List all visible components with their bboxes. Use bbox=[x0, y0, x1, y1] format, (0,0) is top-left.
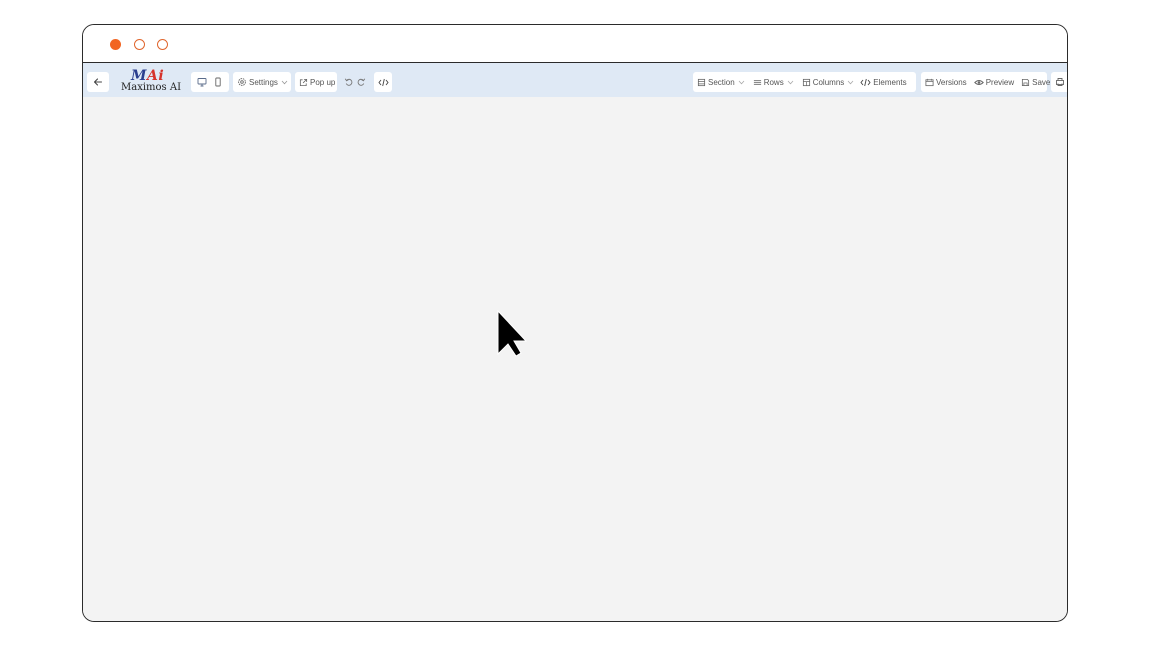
brand-logo: MAi Maximos AI bbox=[119, 68, 181, 96]
mouse-cursor-icon bbox=[497, 310, 528, 357]
elements-button[interactable]: Elements bbox=[860, 77, 907, 87]
save-label: Save bbox=[1032, 77, 1051, 87]
smartphone-icon[interactable] bbox=[213, 77, 223, 87]
minimize-window-button[interactable] bbox=[134, 39, 145, 50]
elements-label: Elements bbox=[873, 77, 907, 87]
code-icon bbox=[377, 78, 389, 86]
settings-button[interactable]: Settings bbox=[233, 72, 291, 92]
history-controls bbox=[339, 72, 371, 92]
editor-canvas[interactable] bbox=[83, 97, 1067, 621]
gear-icon bbox=[238, 78, 246, 86]
chevron-down-icon bbox=[787, 80, 794, 84]
save-button[interactable]: Save bbox=[1021, 78, 1050, 87]
preview-button[interactable]: Preview bbox=[973, 77, 1015, 87]
undo-icon[interactable] bbox=[344, 77, 354, 87]
rows-dropdown[interactable]: Rows bbox=[753, 78, 794, 87]
chevron-down-icon bbox=[281, 80, 288, 84]
section-label: Section bbox=[708, 77, 735, 87]
eye-icon bbox=[973, 79, 984, 85]
rows-label: Rows bbox=[763, 77, 784, 87]
editor-toolbar: MAi Maximos AI Settings Pop up Section R… bbox=[83, 63, 1067, 97]
logo-text: Maximos AI bbox=[121, 82, 182, 93]
code-button[interactable] bbox=[374, 72, 392, 92]
close-window-button[interactable] bbox=[110, 39, 121, 50]
versions-label: Versions bbox=[936, 77, 967, 87]
document-actions: Versions Preview Save bbox=[921, 72, 1050, 92]
versions-icon bbox=[925, 78, 934, 86]
window-titlebar bbox=[83, 25, 1067, 63]
preview-label: Preview bbox=[985, 77, 1015, 87]
arrow-left-icon bbox=[93, 78, 103, 86]
versions-button[interactable]: Versions bbox=[925, 78, 967, 87]
columns-icon bbox=[802, 78, 810, 86]
chevron-down-icon bbox=[847, 80, 854, 84]
save-icon bbox=[1022, 78, 1030, 86]
external-link-icon bbox=[299, 78, 308, 86]
device-switcher bbox=[191, 72, 229, 92]
section-icon bbox=[697, 78, 706, 86]
printer-icon bbox=[1056, 78, 1064, 86]
columns-label: Columns bbox=[812, 77, 845, 87]
section-dropdown[interactable]: Section bbox=[697, 78, 745, 87]
popup-button[interactable]: Pop up bbox=[295, 72, 337, 92]
maximize-window-button[interactable] bbox=[157, 39, 168, 50]
popup-label: Pop up bbox=[310, 77, 336, 87]
browser-window: MAi Maximos AI Settings Pop up Section R… bbox=[82, 24, 1068, 622]
redo-icon[interactable] bbox=[356, 77, 366, 87]
back-button[interactable] bbox=[87, 72, 109, 92]
columns-dropdown[interactable]: Columns bbox=[802, 78, 855, 87]
rows-icon bbox=[753, 79, 761, 85]
code-icon bbox=[860, 78, 871, 86]
chevron-down-icon bbox=[738, 80, 744, 84]
settings-label: Settings bbox=[249, 77, 278, 87]
print-button[interactable] bbox=[1051, 72, 1067, 92]
monitor-icon[interactable] bbox=[197, 77, 207, 87]
structure-group: Section Rows Columns Elements bbox=[693, 72, 916, 92]
